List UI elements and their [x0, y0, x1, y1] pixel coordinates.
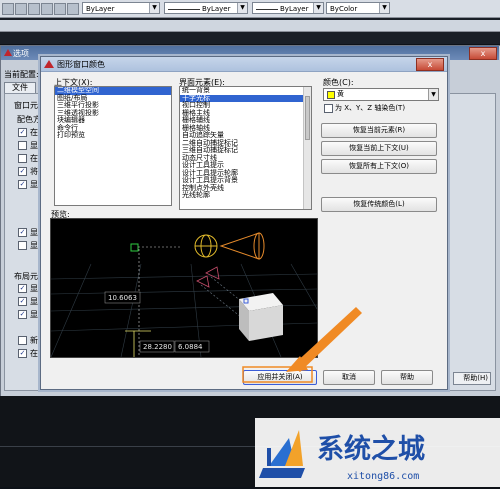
watermark: 系统之城 xitong86.com — [255, 418, 500, 487]
watermark-brand: 系统之城 — [317, 433, 425, 465]
watermark-art: 系统之城 xitong86.com — [255, 418, 500, 487]
watermark-url: xitong86.com — [347, 471, 419, 482]
